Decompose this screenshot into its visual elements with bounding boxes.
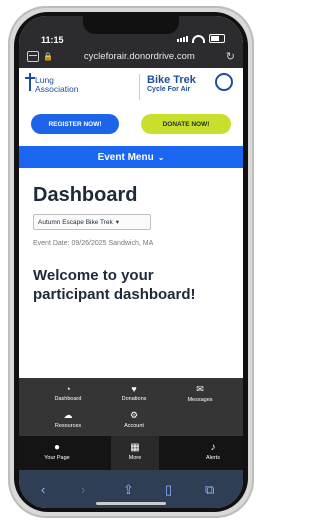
menu-item-label: Resources: [54, 423, 82, 429]
gauge-icon: ◔: [65, 384, 71, 394]
page-settings-icon[interactable]: [27, 50, 39, 62]
phone-screen: 11:15 🔒 cycleforair.donordrive.com ↻ Lun…: [19, 16, 243, 508]
main-content: Dashboard Autumn Escape Bike Trek ▾ Even…: [19, 168, 243, 398]
nav-your-page[interactable]: ● Your Page: [33, 436, 81, 470]
home-indicator: [96, 502, 166, 505]
donations-icon: ♥: [131, 384, 137, 394]
welcome-heading: Welcome to your participant dashboard!: [33, 267, 196, 303]
person-icon: ●: [53, 442, 61, 453]
bookmarks-icon[interactable]: ▯: [165, 482, 172, 498]
wifi-icon: [192, 34, 205, 43]
register-now-button[interactable]: REGISTER NOW!: [31, 114, 119, 134]
event-menu-toggle[interactable]: Event Menu ⌄: [19, 146, 243, 168]
event-select[interactable]: Autumn Escape Bike Trek ▾: [33, 214, 151, 230]
page-title: Dashboard: [33, 184, 138, 206]
grid-icon: ▦: [130, 442, 140, 453]
menu-item-resources[interactable]: ☁ Resources: [45, 410, 91, 429]
org-line-2: Association: [35, 84, 79, 94]
status-time: 11:15: [41, 35, 64, 45]
cta-buttons: REGISTER NOW! DONATE NOW!: [19, 108, 243, 142]
event-select-value: Autumn Escape Bike Trek: [38, 218, 113, 226]
phone-frame: 11:15 🔒 cycleforair.donordrive.com ↻ Lun…: [8, 6, 254, 518]
menu-item-label: Account: [124, 423, 144, 429]
gear-icon: ⚙: [129, 410, 139, 420]
camera-notch: [83, 16, 179, 34]
menu-item-messages[interactable]: ✉ Messages: [177, 384, 223, 403]
url-text[interactable]: cycleforair.donordrive.com: [57, 51, 222, 62]
menu-item-dashboard[interactable]: ◔ Dashboard: [45, 384, 91, 402]
nav-label: More: [128, 455, 142, 461]
menu-item-donations[interactable]: ♥ Donations: [111, 384, 157, 402]
menu-item-account[interactable]: ⚙ Account: [111, 410, 157, 429]
status-and-url-bar: 11:15 🔒 cycleforair.donordrive.com ↻: [19, 16, 243, 68]
site-header: Lung Association Bike Trek Cycle For Air: [19, 68, 243, 108]
chevron-down-icon: ⌄: [157, 152, 165, 162]
event-logo-title[interactable]: Bike Trek: [147, 74, 196, 86]
more-menu-overlay: ◔ Dashboard ♥ Donations ✉ Messages ☁ Res…: [19, 378, 243, 436]
event-meta: Event Date: 09/26/2025 Sandwich, MA: [33, 240, 154, 247]
bottom-nav: ● Your Page ▦ More ♪ Alerts: [19, 436, 243, 470]
back-icon[interactable]: ‹: [41, 482, 45, 497]
safari-toolbar: ‹ › ⇪ ▯ ⧉: [19, 470, 243, 508]
bike-trek-logo-icon: [215, 73, 233, 91]
bell-icon: ♪: [210, 442, 216, 453]
nav-label: Your Page: [44, 455, 70, 461]
tabs-icon[interactable]: ⧉: [205, 482, 214, 498]
cloud-icon: ☁: [63, 410, 73, 420]
logo-divider: [139, 74, 140, 100]
donate-now-button[interactable]: DONATE NOW!: [141, 114, 231, 134]
battery-icon: [209, 34, 225, 43]
event-menu-label: Event Menu: [97, 151, 154, 163]
nav-more[interactable]: ▦ More: [111, 436, 159, 470]
menu-item-label: Dashboard: [54, 396, 82, 402]
lung-association-logo[interactable]: Lung Association: [35, 76, 78, 94]
lock-icon: 🔒: [43, 51, 53, 61]
forward-icon[interactable]: ›: [81, 482, 85, 497]
signal-icon: [177, 35, 188, 42]
address-bar[interactable]: 🔒 cycleforair.donordrive.com ↻: [27, 47, 235, 65]
event-logo-subtitle: Cycle For Air: [147, 86, 191, 93]
caret-down-icon: ▾: [115, 219, 120, 226]
phone-bezel: 11:15 🔒 cycleforair.donordrive.com ↻ Lun…: [14, 12, 248, 512]
share-icon[interactable]: ⇪: [123, 482, 134, 498]
nav-alerts[interactable]: ♪ Alerts: [189, 436, 237, 470]
menu-item-label: Messages: [187, 397, 213, 403]
menu-item-label: Donations: [121, 396, 147, 402]
nav-label: Alerts: [205, 455, 221, 461]
lung-association-logo-icon: [25, 73, 35, 91]
status-icons: [177, 34, 225, 43]
reload-icon[interactable]: ↻: [226, 50, 235, 63]
envelope-icon: ✉: [196, 384, 204, 394]
